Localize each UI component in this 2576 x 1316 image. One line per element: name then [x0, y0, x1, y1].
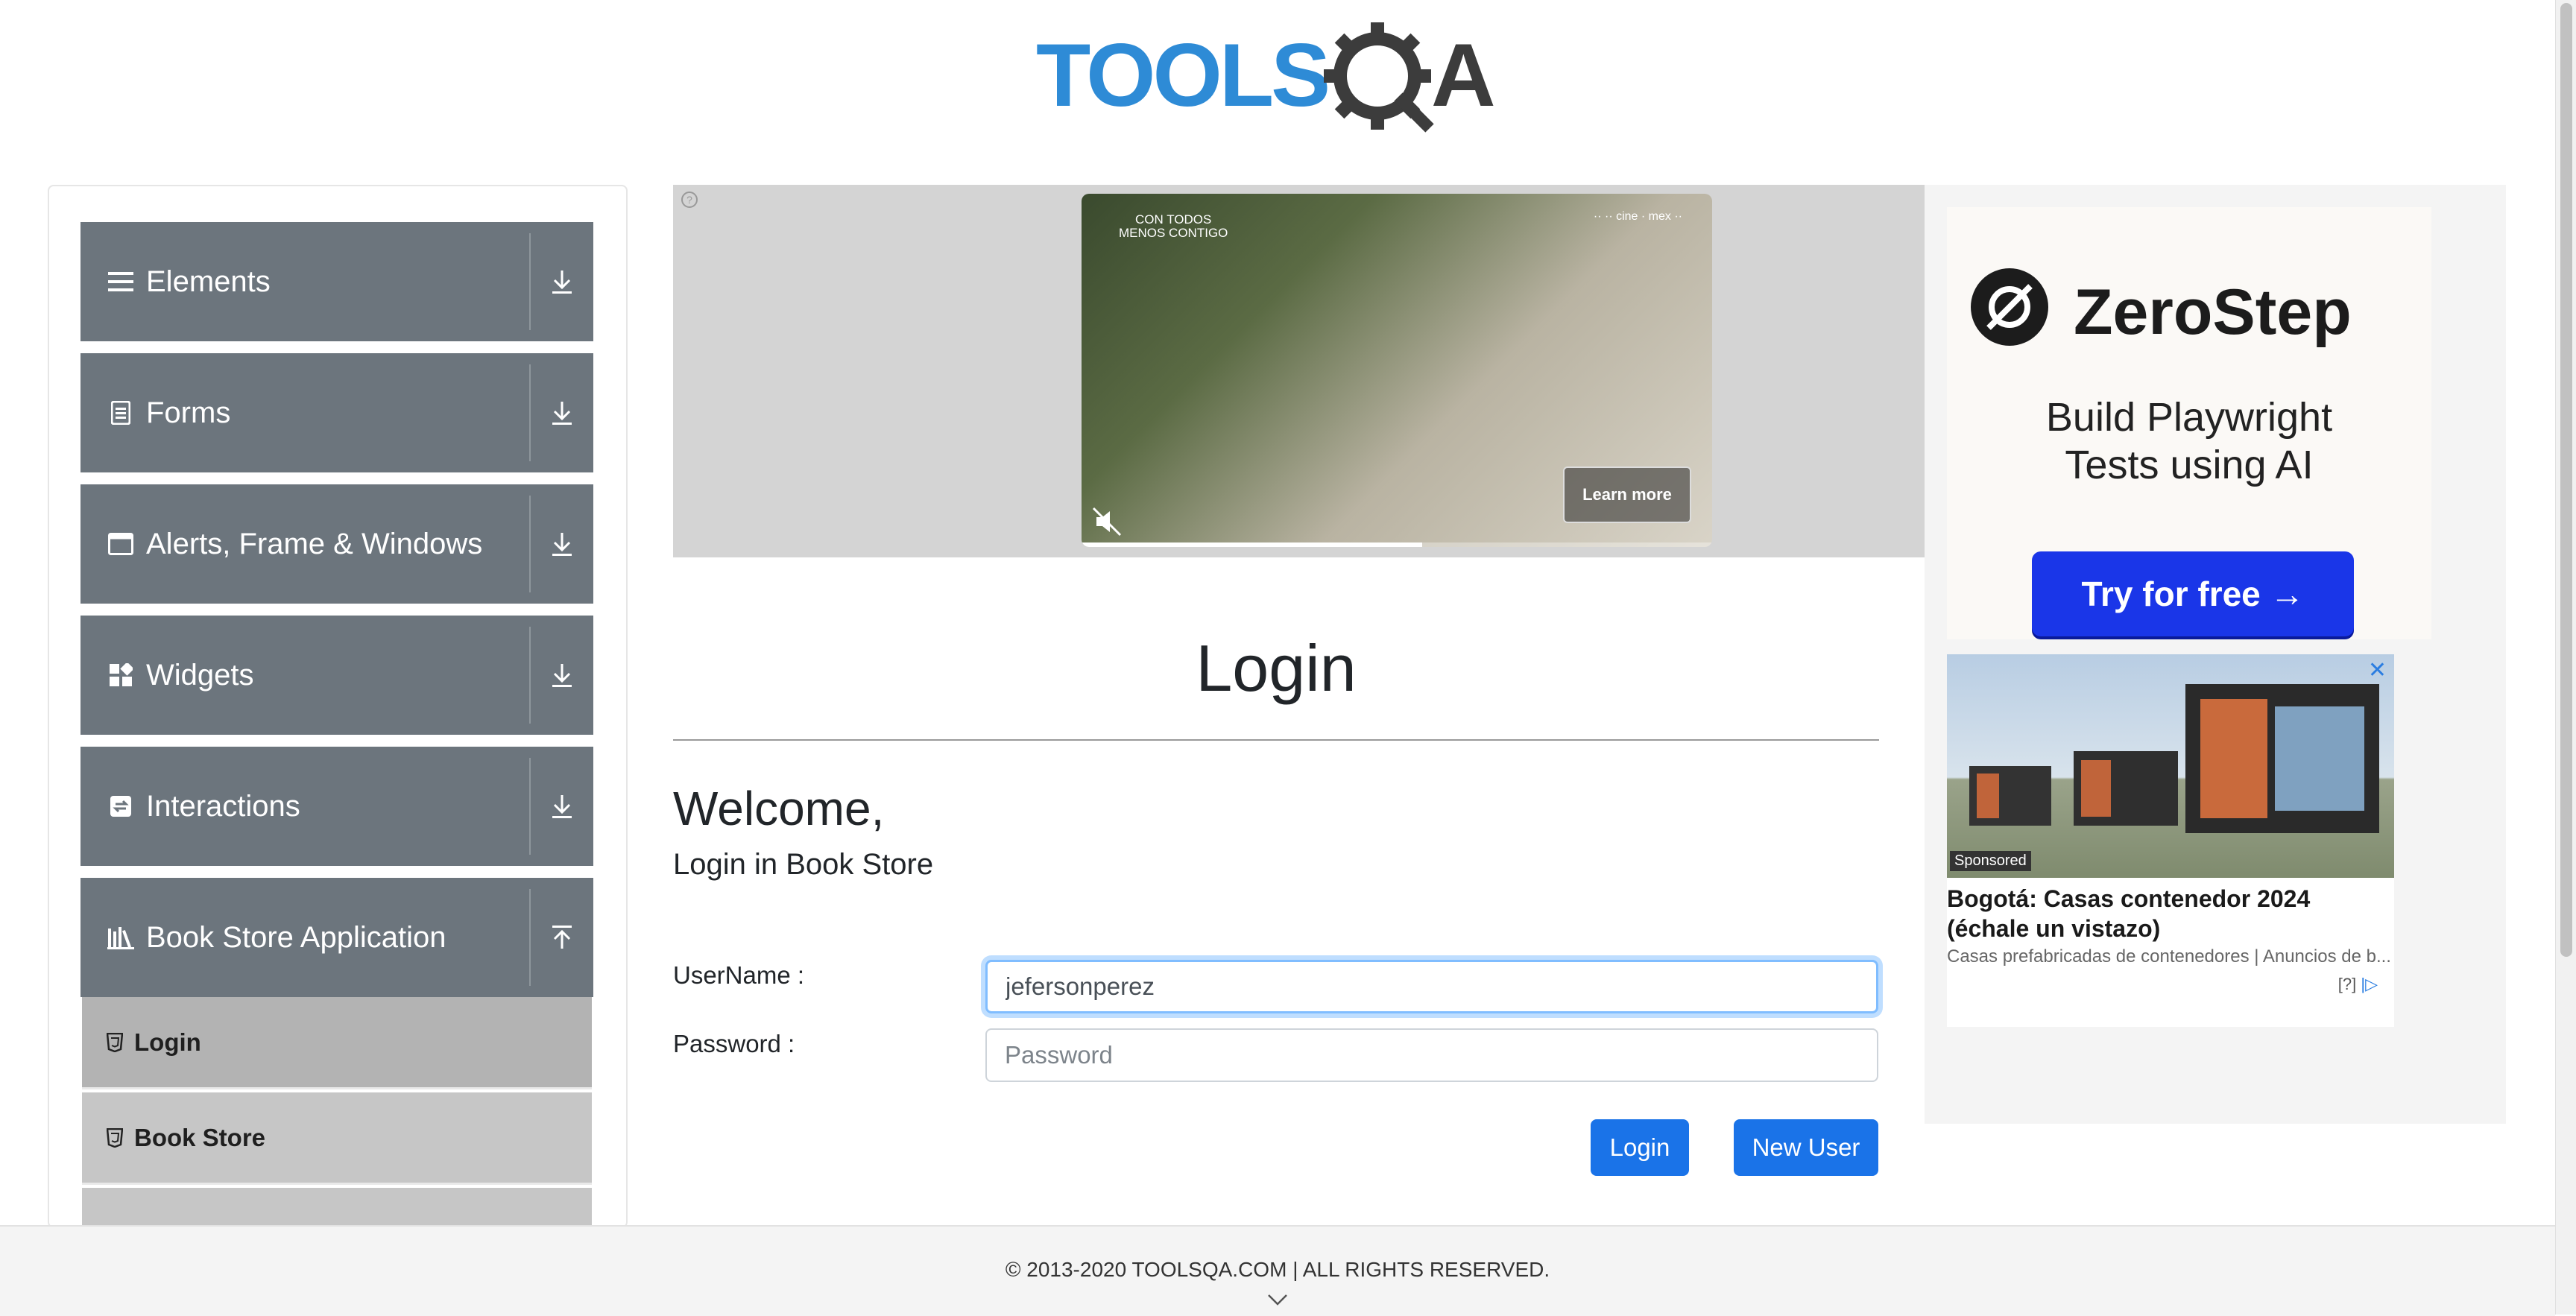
chevron-down-icon[interactable]: [1267, 1289, 1288, 1310]
svg-text:?: ?: [686, 194, 692, 206]
hamburger-icon: [100, 261, 142, 303]
sidebar: Elements Forms Alerts, Frame & Windows W…: [48, 185, 628, 1228]
adchoices-text: [?]: [2337, 975, 2357, 993]
sidebar-group-label: Elements: [146, 265, 271, 298]
sidebar-item-label: Book Store: [134, 1123, 266, 1151]
window-icon: [100, 523, 142, 565]
video-caption: CON TODOS MENOS CONTIGO: [1119, 212, 1228, 240]
close-icon[interactable]: ✕: [2368, 657, 2387, 683]
video-ad[interactable]: ? CON TODOS MENOS CONTIGO ·· ·· cine · m…: [673, 185, 1925, 557]
sidebar-group-label: Book Store Application: [146, 920, 446, 954]
download-arrow-icon[interactable]: [531, 484, 593, 604]
sidebar-group-label: Widgets: [146, 658, 254, 692]
sidebar-group-forms[interactable]: Forms: [80, 353, 593, 472]
mute-icon[interactable]: [1090, 505, 1123, 538]
page-title: Login: [1196, 631, 1357, 705]
sidebar-group-label: Interactions: [146, 789, 300, 823]
login-button[interactable]: Login: [1591, 1119, 1689, 1176]
footer: © 2013-2020 TOOLSQA.COM | ALL RIGHTS RES…: [0, 1225, 2555, 1316]
toolsqa-logo[interactable]: TOOLS A: [1036, 18, 1521, 137]
svg-text:TOOLS: TOOLS: [1036, 25, 1328, 125]
video-progress-bar[interactable]: [1082, 542, 1712, 547]
zerostep-logo-icon: [1969, 267, 2050, 347]
side-ad[interactable]: ZeroStep Build Playwright Tests using AI…: [1925, 185, 2506, 1124]
password-label: Password :: [673, 1030, 795, 1057]
sidebar-item-book-store[interactable]: Book Store: [82, 1092, 592, 1185]
title-divider: [673, 739, 1879, 741]
zerostep-ad[interactable]: ZeroStep Build Playwright Tests using AI…: [1947, 207, 2431, 639]
download-arrow-icon[interactable]: [531, 222, 593, 341]
widgets-icon: [100, 654, 142, 696]
upload-arrow-icon[interactable]: [531, 878, 593, 997]
try-for-free-button[interactable]: Try for free →: [2032, 551, 2354, 636]
svg-text:A: A: [1431, 25, 1496, 125]
learn-more-button[interactable]: Learn more: [1563, 466, 1691, 523]
copyright-text: © 2013-2020 TOOLSQA.COM | ALL RIGHTS RES…: [1005, 1258, 1550, 1281]
scrollbar-thumb[interactable]: [2560, 3, 2572, 957]
sidebar-group-label: Forms: [146, 396, 231, 429]
sponsored-badge: Sponsored: [1950, 851, 2031, 871]
sidebar-group-elements[interactable]: Elements: [80, 222, 593, 341]
ad-info-icon[interactable]: ?: [681, 191, 698, 209]
interactions-icon: [100, 785, 142, 827]
welcome-heading: Welcome,: [673, 782, 885, 835]
sidebar-group-book-store[interactable]: Book Store Application: [80, 878, 593, 997]
sponsored-title[interactable]: Bogotá: Casas contenedor 2024 (échale un…: [1947, 884, 2394, 943]
sidebar-group-widgets[interactable]: Widgets: [80, 616, 593, 735]
sidebar-item-label: Login: [134, 1028, 201, 1056]
sidebar-group-interactions[interactable]: Interactions: [80, 747, 593, 866]
password-input[interactable]: [985, 1028, 1878, 1082]
download-arrow-icon[interactable]: [531, 616, 593, 735]
html5-icon: [103, 1126, 127, 1150]
username-input[interactable]: [985, 960, 1878, 1013]
books-icon: [100, 917, 142, 958]
download-arrow-icon[interactable]: [531, 747, 593, 866]
video-player[interactable]: CON TODOS MENOS CONTIGO ·· ·· cine · mex…: [1082, 194, 1712, 547]
zerostep-tagline: Build Playwright Tests using AI: [2045, 395, 2333, 487]
new-user-button[interactable]: New User: [1734, 1119, 1878, 1176]
sponsored-card[interactable]: ✕ Sponsored Bogotá: Casas contenedor 202…: [1947, 654, 2394, 1027]
container-houses-image[interactable]: [1947, 654, 2394, 878]
video-brand: ·· ·· cine · mex ··: [1593, 210, 1682, 223]
sidebar-group-alerts[interactable]: Alerts, Frame & Windows: [80, 484, 593, 604]
sidebar-group-label: Alerts, Frame & Windows: [146, 527, 483, 560]
login-subheading: Login in Book Store: [673, 848, 934, 881]
download-arrow-icon[interactable]: [531, 353, 593, 472]
page-scrollbar[interactable]: [2555, 0, 2576, 1315]
html5-icon: [103, 1031, 127, 1054]
adchoices-icon: |▷: [2361, 975, 2378, 993]
video-progress-fill: [1082, 542, 1422, 547]
username-label: UserName :: [673, 961, 805, 989]
zerostep-brand: ZeroStep: [2074, 276, 2352, 348]
sidebar-item-login[interactable]: Login: [82, 997, 592, 1089]
document-icon: [100, 392, 142, 434]
adchoices-label[interactable]: [?] |▷: [2338, 975, 2378, 994]
sponsored-subtitle: Casas prefabricadas de contenedores | An…: [1947, 946, 2391, 967]
sidebar-item-next[interactable]: [82, 1188, 592, 1227]
